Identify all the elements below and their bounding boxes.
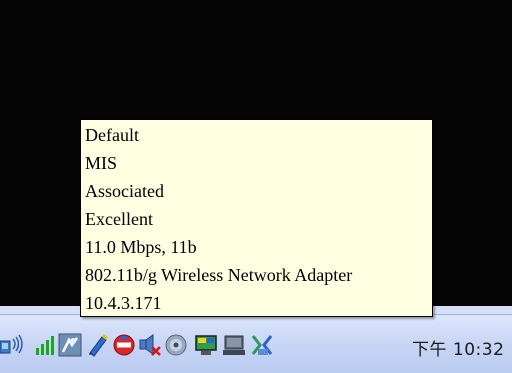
network-connection-icon[interactable]: [250, 333, 274, 357]
ip-address: 10.4.3.171: [85, 293, 162, 313]
no-entry-icon[interactable]: [112, 333, 136, 357]
wireless-status-tooltip: Default MIS Associated Excellent 11.0 Mb…: [80, 119, 433, 317]
clock[interactable]: 下午 10:32: [412, 335, 504, 360]
signal-quality: Excellent: [85, 209, 153, 229]
network-ssid: MIS: [85, 153, 118, 173]
speaker-muted-icon[interactable]: [138, 333, 162, 357]
network-activity-icon[interactable]: [0, 333, 24, 357]
disc-icon[interactable]: [164, 333, 188, 357]
monitor-display-icon[interactable]: [194, 333, 218, 357]
link-speed: 11.0 Mbps, 11b: [85, 237, 197, 257]
laptop-icon[interactable]: [222, 333, 246, 357]
profile-name: Default: [85, 125, 139, 145]
pen-tool-icon[interactable]: [86, 333, 110, 357]
adapter-name: 802.11b/g Wireless Network Adapter: [85, 265, 353, 285]
system-tray: 下午 10:32: [0, 314, 512, 373]
signal-strength-icon[interactable]: [34, 333, 58, 357]
connection-status: Associated: [85, 181, 164, 201]
security-shield-icon[interactable]: [58, 333, 82, 357]
